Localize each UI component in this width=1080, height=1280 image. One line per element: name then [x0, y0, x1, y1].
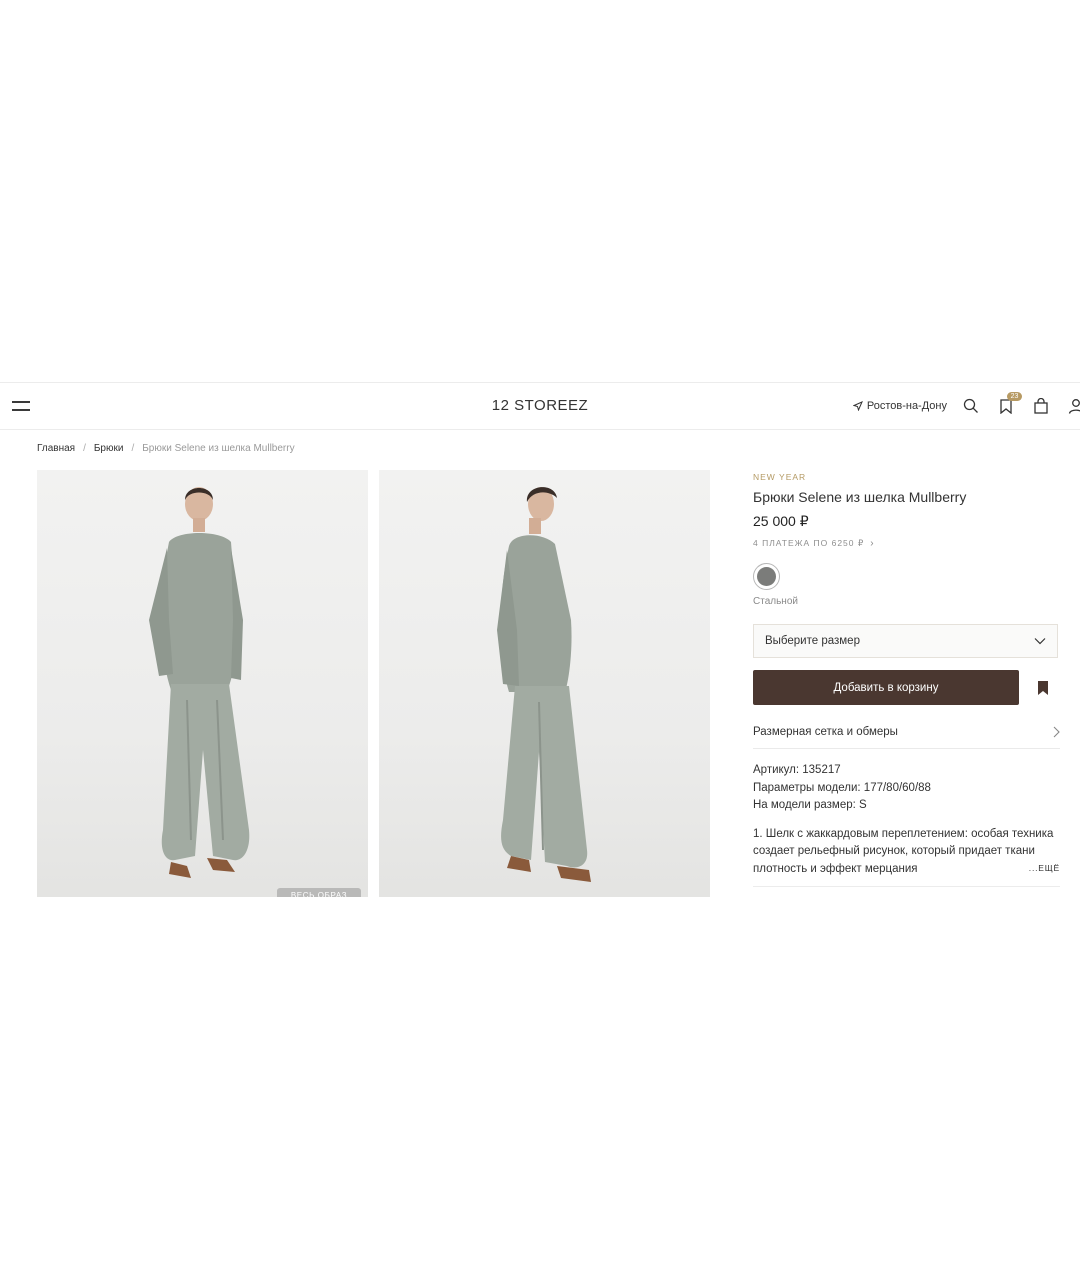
- product-specs: Артикул: 135217 Параметры модели: 177/80…: [753, 762, 1060, 815]
- collection-label[interactable]: NEW YEAR: [753, 472, 1060, 482]
- product-price: 25 000 ₽: [753, 513, 809, 529]
- product-title: Брюки Selene из шелка Mullberry: [753, 489, 967, 505]
- product-info: NEW YEAR Брюки Selene из шелка Mullberry…: [753, 470, 1060, 887]
- size-select[interactable]: Выберите размер: [753, 624, 1058, 658]
- size-guide-link[interactable]: Размерная сетка и обмеры: [753, 715, 1060, 749]
- model-illustration: [149, 487, 250, 878]
- size-select-placeholder: Выберите размер: [765, 635, 860, 647]
- header-actions: Ростов-на-Дону 23: [852, 392, 1080, 417]
- model-parameters: Параметры модели: 177/80/60/88: [753, 781, 931, 794]
- purchase-actions: Добавить в корзину: [753, 670, 1060, 705]
- city-selector[interactable]: Ростов-на-Дону: [852, 400, 947, 412]
- breadcrumb-home[interactable]: Главная: [37, 443, 75, 454]
- installments-text: 4 ПЛАТЕЖА ПО 6250 ₽: [753, 538, 865, 548]
- add-to-wishlist-button[interactable]: [1036, 679, 1050, 697]
- breadcrumb-current: Брюки Selene из шелка Mullberry: [142, 443, 295, 454]
- color-swatch[interactable]: [753, 563, 780, 590]
- chevron-right-icon: [1053, 726, 1060, 737]
- wishlist-count-badge: 23: [1007, 392, 1022, 401]
- page: 12 STOREEZ Ростов-на-Дону 23 Главная / Б: [0, 382, 1080, 897]
- breadcrumb-separator: /: [83, 443, 86, 454]
- read-more-link[interactable]: ...ЕЩЁ: [1029, 860, 1060, 878]
- breadcrumb: Главная / Брюки / Брюки Selene из шелка …: [37, 443, 295, 454]
- location-arrow-icon: [852, 401, 863, 411]
- model-illustration: [497, 487, 591, 882]
- bookmark-filled-icon: [1038, 680, 1048, 695]
- article-number: Артикул: 135217: [753, 764, 841, 776]
- color-name: Стальной: [753, 596, 798, 607]
- color-swatch-fill: [757, 567, 776, 586]
- chevron-down-icon: [1034, 638, 1046, 645]
- product-photo-side[interactable]: [379, 470, 710, 897]
- breadcrumb-category[interactable]: Брюки: [94, 443, 124, 454]
- product-description: 1. Шелк с жаккардовым переплетением: осо…: [753, 826, 1060, 879]
- model-size: На модели размер: S: [753, 799, 867, 811]
- product-photo-front[interactable]: ВЕСЬ ОБРАЗ: [37, 470, 368, 897]
- size-guide-label: Размерная сетка и обмеры: [753, 725, 898, 738]
- chevron-right-icon: ›: [870, 538, 875, 549]
- user-icon[interactable]: [1066, 396, 1080, 416]
- shopping-bag-icon[interactable]: [1031, 396, 1051, 416]
- description-text: 1. Шелк с жаккардовым переплетением: осо…: [753, 827, 1054, 875]
- wishlist-button[interactable]: 23: [996, 392, 1022, 416]
- search-icon[interactable]: [961, 396, 981, 416]
- city-name: Ростов-на-Дону: [866, 400, 947, 412]
- full-look-button[interactable]: ВЕСЬ ОБРАЗ: [277, 888, 361, 897]
- site-header: 12 STOREEZ Ростов-на-Дону 23: [0, 383, 1080, 430]
- breadcrumb-separator: /: [131, 443, 135, 454]
- description-divider: [753, 886, 1060, 887]
- add-to-cart-button[interactable]: Добавить в корзину: [753, 670, 1019, 705]
- installments-link[interactable]: 4 ПЛАТЕЖА ПО 6250 ₽ ›: [753, 538, 1060, 549]
